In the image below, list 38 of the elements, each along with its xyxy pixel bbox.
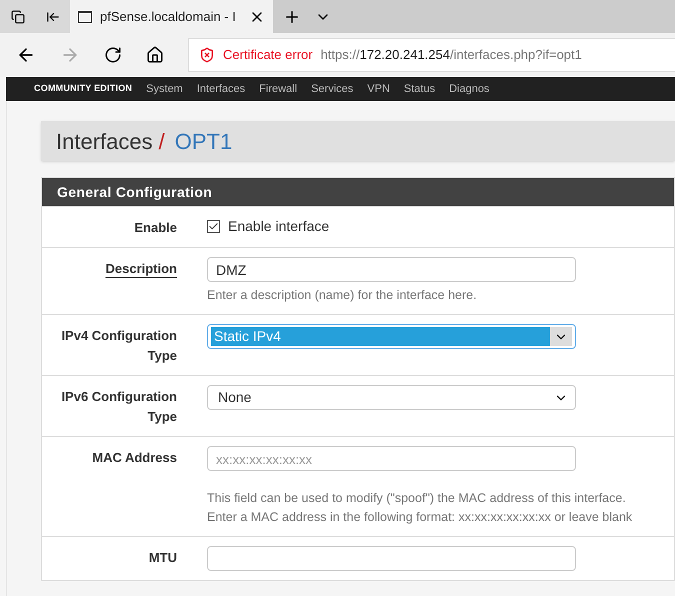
menu-item[interactable]: Diagnos: [449, 80, 490, 98]
help-text: Enter a MAC address in the following format: xx:xx:xx:xx:xx:xx or leave blank: [207, 509, 632, 526]
select-field[interactable]: None: [207, 385, 576, 410]
tab-preview-icon[interactable]: [46, 10, 60, 24]
menu-item[interactable]: Interfaces: [196, 80, 246, 98]
breadcrumb-parent[interactable]: Interfaces: [56, 124, 153, 158]
page-icon: [78, 10, 92, 22]
field-label: IPv6 Configuration Type: [60, 388, 177, 426]
certificate-error[interactable]: Certificate error: [223, 45, 313, 65]
input-field[interactable]: xx:xx:xx:xx:xx:xx: [207, 446, 576, 471]
menu-item[interactable]: Status: [404, 80, 436, 98]
breadcrumb-separator: /: [158, 128, 165, 156]
field-label: Description: [104, 260, 177, 278]
field-label: MTU: [148, 549, 177, 567]
breadcrumb-current: OPT1: [174, 128, 232, 156]
menu-item[interactable]: Firewall: [259, 80, 298, 98]
field-label: Enable: [133, 219, 177, 237]
field-label: IPv4 Configuration Type: [60, 327, 177, 365]
url-text: https://172.20.241.254/interfaces.php?if=opt1: [320, 46, 582, 64]
address-bar[interactable]: Certificate error https://172.20.241.254/interfaces.php?if=opt1: [188, 38, 675, 72]
panel-header: General Configuration: [42, 178, 674, 206]
browser-tab[interactable]: pfSense.localdomain - I: [70, 0, 273, 33]
menu-item[interactable]: Services: [311, 80, 354, 98]
check-icon: [208, 221, 219, 232]
field-label: MAC Address: [91, 449, 177, 467]
shield-x-icon: [199, 47, 215, 63]
refresh-icon[interactable]: [104, 46, 122, 64]
checkbox[interactable]: [207, 220, 220, 233]
menu-item[interactable]: System: [146, 80, 183, 98]
help-text: Enter a description (name) for the interface here.: [207, 287, 478, 304]
input-field[interactable]: DMZ: [207, 257, 576, 282]
checkbox-label: Enable interface: [228, 217, 330, 236]
tabs-aside-icon[interactable]: [11, 10, 25, 24]
home-icon[interactable]: [146, 46, 164, 64]
input-field[interactable]: [207, 546, 576, 571]
help-text: This field can be used to modify ("spoof") the MAC address of this interface.: [207, 490, 627, 507]
menu-item[interactable]: VPN: [367, 80, 390, 98]
logo-subtitle: COMMUNITY EDITION: [34, 82, 132, 96]
